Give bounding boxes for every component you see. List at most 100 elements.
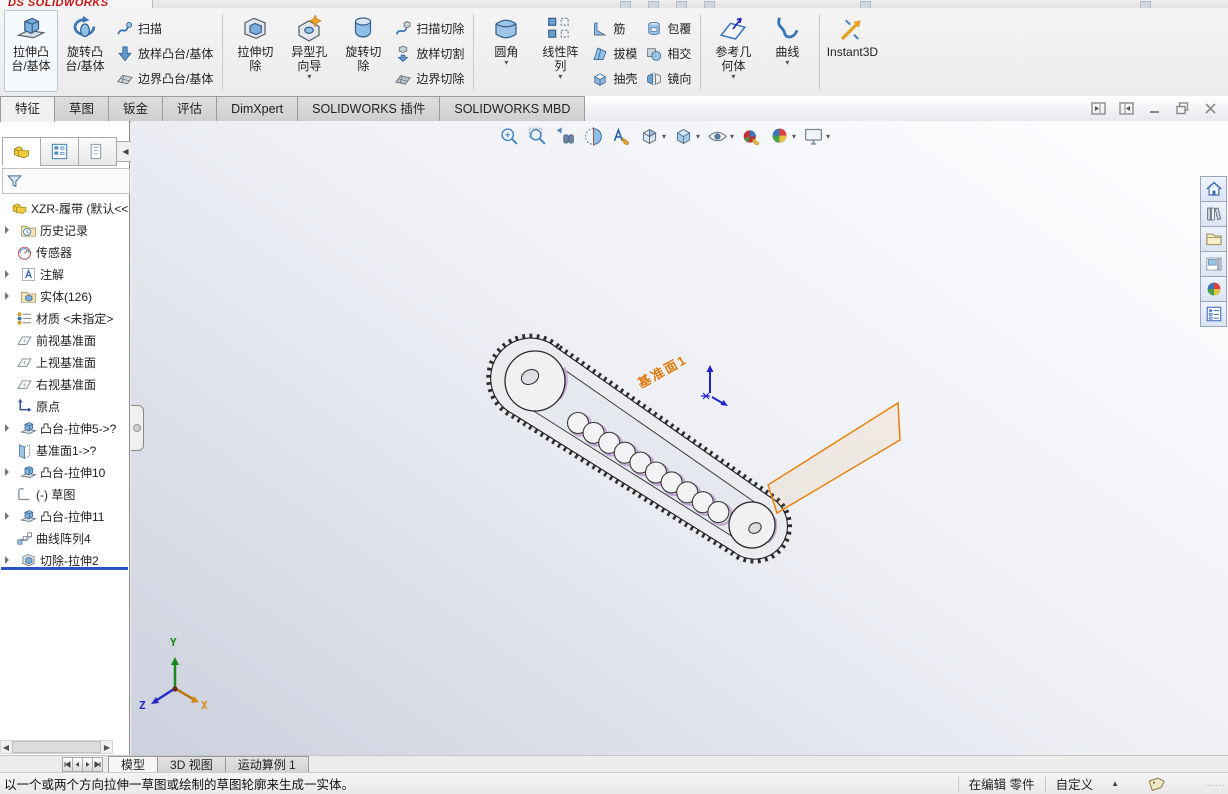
ribbon-button[interactable]: 边界凸台/基体: [112, 66, 217, 91]
tree-item[interactable]: 凸台-拉伸5->?: [0, 417, 129, 439]
tree-item[interactable]: (-) 草图: [0, 483, 129, 505]
dropdown-arrow[interactable]: ▾: [730, 132, 734, 140]
section-view-button[interactable]: [581, 124, 606, 149]
display-style-button[interactable]: ▾: [671, 124, 702, 149]
taskpane-custom-properties-button[interactable]: [1200, 301, 1227, 327]
ribbon-button[interactable]: 扫描: [112, 16, 217, 41]
origin-indicator[interactable]: [701, 365, 728, 406]
tab-command[interactable]: DimXpert: [216, 96, 299, 121]
dropdown-arrow[interactable]: ▾: [558, 73, 562, 81]
expand-arrow-icon[interactable]: [5, 512, 13, 520]
ribbon-button[interactable]: 异型孔 向导 ▾: [282, 10, 336, 92]
taskpane-home-button[interactable]: [1200, 176, 1227, 202]
collapse-left-button[interactable]: [1088, 98, 1108, 118]
custom-expand-arrow[interactable]: ▲: [1111, 779, 1119, 788]
ribbon-button[interactable]: 拉伸切 除: [228, 10, 282, 92]
apply-scene-button[interactable]: ▾: [767, 124, 798, 149]
panel-horizontal-scrollbar[interactable]: ◀ ▶: [0, 740, 113, 754]
dropdown-arrow[interactable]: ▾: [504, 59, 508, 67]
taskpane-appearances-button[interactable]: [1200, 276, 1227, 302]
hide-show-items-button[interactable]: ▾: [705, 124, 736, 149]
zoom-fit-button[interactable]: [497, 124, 522, 149]
ribbon-button[interactable]: 参考几 何体 ▾: [706, 10, 760, 92]
expand-arrow-icon[interactable]: [5, 424, 13, 432]
dropdown-arrow[interactable]: ▾: [792, 132, 796, 140]
view-settings-button[interactable]: ▾: [801, 124, 832, 149]
tree-item[interactable]: 历史记录: [0, 219, 129, 241]
taskpane-design-library-button[interactable]: [1200, 201, 1227, 227]
taskpane-view-palette-button[interactable]: [1200, 251, 1227, 277]
ribbon-button[interactable]: 相交: [641, 41, 695, 66]
expand-arrow-icon[interactable]: [5, 468, 13, 476]
ribbon-button[interactable]: 放样切割: [390, 41, 468, 66]
tree-item[interactable]: 传感器: [0, 241, 129, 263]
ribbon-button[interactable]: 扫描切除: [390, 16, 468, 41]
tree-item[interactable]: 右视基准面: [0, 373, 129, 395]
view-orientation-button[interactable]: ▾: [637, 124, 668, 149]
collapse-right-button[interactable]: [1116, 98, 1136, 118]
ribbon-button[interactable]: 线性阵 列 ▾: [533, 10, 587, 92]
ribbon-button[interactable]: 曲线 ▾: [760, 10, 814, 92]
rollback-bar[interactable]: [1, 567, 128, 570]
restore-button[interactable]: [1172, 98, 1192, 118]
panel-splitter-grip[interactable]: [131, 405, 144, 451]
tree-item[interactable]: 材质 <未指定>: [0, 307, 129, 329]
ribbon-button[interactable]: 镜向: [641, 66, 695, 91]
tab-command[interactable]: 评估: [162, 96, 218, 121]
resize-grip[interactable]: ……: [1204, 778, 1226, 789]
tree-item[interactable]: 前视基准面: [0, 329, 129, 351]
tree-root-item[interactable]: XZR-履带 (默认<<默: [0, 197, 129, 219]
panel-tab-featuremanager-tree[interactable]: [2, 137, 41, 166]
dropdown-arrow[interactable]: ▾: [785, 59, 789, 67]
tree-item[interactable]: 注解: [0, 263, 129, 285]
ribbon-button[interactable]: 圆角 ▾: [479, 10, 533, 92]
tree-item[interactable]: 曲线阵列4: [0, 527, 129, 549]
dropdown-arrow[interactable]: ▾: [662, 132, 666, 140]
dropdown-arrow[interactable]: ▾: [696, 132, 700, 140]
model-tab[interactable]: 模型: [108, 756, 159, 773]
model-tab[interactable]: 3D 视图: [157, 756, 226, 773]
close-button[interactable]: [1200, 98, 1220, 118]
expand-arrow-icon[interactable]: [5, 226, 13, 234]
tree-item[interactable]: 实体(126): [0, 285, 129, 307]
dropdown-arrow[interactable]: ▾: [731, 73, 735, 81]
taskpane-file-explorer-button[interactable]: [1200, 226, 1227, 252]
tab-command[interactable]: SOLIDWORKS 插件: [297, 96, 441, 121]
ribbon-button[interactable]: 筋: [587, 16, 641, 41]
expand-arrow-icon[interactable]: [5, 292, 13, 300]
tab-command[interactable]: SOLIDWORKS MBD: [439, 96, 586, 121]
annotations-visibility-button[interactable]: [609, 124, 634, 149]
ribbon-button[interactable]: 旋转凸 台/基体: [58, 10, 112, 92]
ribbon-button[interactable]: 包覆: [641, 16, 695, 41]
ribbon-button[interactable]: 抽壳: [587, 66, 641, 91]
panel-tab-property-manager[interactable]: [40, 137, 79, 166]
ribbon-button[interactable]: Instant3D: [825, 10, 879, 92]
ribbon-button[interactable]: 拔模: [587, 41, 641, 66]
tree-item[interactable]: 凸台-拉伸11: [0, 505, 129, 527]
expand-arrow-icon[interactable]: [5, 556, 13, 564]
tag-icon[interactable]: [1149, 776, 1166, 791]
tree-item[interactable]: 原点: [0, 395, 129, 417]
edit-appearance-button[interactable]: [739, 124, 764, 149]
panel-tab-configuration-manager[interactable]: [78, 137, 117, 166]
previous-view-button[interactable]: [553, 124, 578, 149]
tab-command[interactable]: 草图: [54, 96, 110, 121]
zoom-area-button[interactable]: [525, 124, 550, 149]
dropdown-arrow[interactable]: ▾: [307, 73, 311, 81]
tab-features[interactable]: 特征: [0, 96, 56, 122]
ribbon-button[interactable]: 边界切除: [390, 66, 468, 91]
tree-item[interactable]: 基准面1->?: [0, 439, 129, 461]
expand-arrow-icon[interactable]: [5, 270, 13, 278]
scroll-right-arrow[interactable]: ▶: [102, 741, 112, 753]
model-tab[interactable]: 运动算例 1: [224, 756, 309, 773]
tab-last-button[interactable]: [92, 757, 103, 772]
tree-item[interactable]: 上视基准面: [0, 351, 129, 373]
ribbon-button[interactable]: 旋转切 除: [336, 10, 390, 92]
tree-item[interactable]: 凸台-拉伸10: [0, 461, 129, 483]
tree-filter-input[interactable]: [26, 172, 129, 190]
dropdown-arrow[interactable]: ▾: [826, 132, 830, 140]
scroll-left-arrow[interactable]: ◀: [1, 741, 11, 753]
ribbon-button[interactable]: 放样凸台/基体: [112, 41, 217, 66]
minimize-button[interactable]: [1144, 98, 1164, 118]
custom-toolbar-label[interactable]: 自定义: [1056, 774, 1094, 793]
